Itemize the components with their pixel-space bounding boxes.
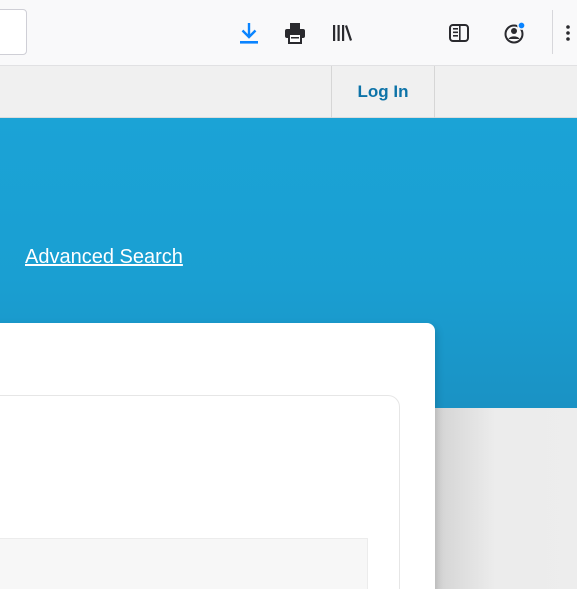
- card-row: [0, 538, 368, 589]
- browser-toolbar: [0, 0, 577, 66]
- menu-icon[interactable]: [562, 20, 574, 46]
- download-icon[interactable]: [236, 20, 262, 46]
- print-icon[interactable]: [282, 20, 308, 46]
- url-bar[interactable]: [0, 9, 27, 55]
- library-icon[interactable]: [329, 20, 355, 46]
- advanced-search-link[interactable]: Advanced Search: [25, 246, 183, 269]
- sidebar-icon[interactable]: [446, 20, 472, 46]
- panel-shadow: [435, 408, 495, 589]
- site-nav-bar: Log In: [0, 66, 577, 118]
- login-link[interactable]: Log In: [331, 66, 435, 118]
- toolbar-separator: [552, 10, 553, 54]
- account-icon[interactable]: [502, 20, 528, 46]
